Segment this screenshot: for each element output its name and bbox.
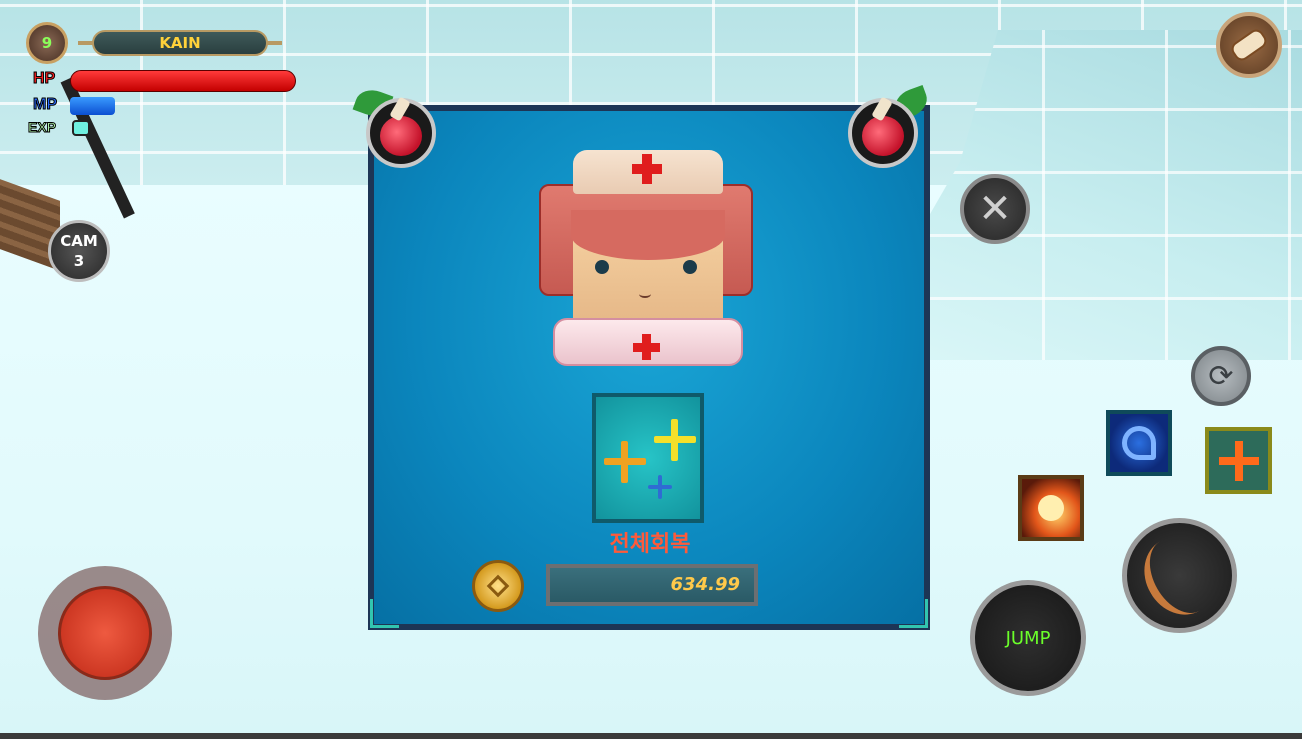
- bottom-border: [0, 733, 1302, 739]
- nurse-mouth: [639, 290, 651, 298]
- camera-number: 3: [73, 252, 85, 270]
- potion-flask: [862, 116, 904, 156]
- mp-bar: [70, 97, 296, 115]
- nurse-eye: [683, 260, 697, 274]
- price-value: 634.99: [670, 574, 740, 595]
- plus-icon: [648, 475, 672, 499]
- item-name: 전체회복: [609, 532, 691, 557]
- camera-button[interactable]: CAM 3: [48, 220, 110, 282]
- red-potion-icon: [840, 84, 932, 174]
- nurse-character: [535, 150, 760, 366]
- hp-label: HP: [32, 70, 56, 88]
- bow-icon: [1130, 523, 1229, 628]
- exp-bar-fill: [72, 120, 91, 136]
- jump-label: JUMP: [1005, 627, 1051, 649]
- attack-button[interactable]: [1122, 518, 1237, 633]
- nurse-bangs: [571, 210, 725, 260]
- jump-button[interactable]: JUMP: [970, 580, 1086, 696]
- red-cross-icon: [633, 343, 660, 352]
- heal-plus-skill-icon: [1218, 440, 1259, 481]
- hp-bar-fill: [70, 70, 296, 92]
- scroll-icon: [1228, 26, 1270, 64]
- camera-label: CAM: [60, 232, 98, 250]
- joystick-knob[interactable]: [58, 586, 152, 680]
- refresh-icon: ⟳: [1208, 358, 1234, 394]
- mp-bar-fill: [70, 97, 116, 115]
- plus-icon: [604, 441, 646, 483]
- exp-bar: [72, 120, 298, 136]
- swap-button[interactable]: ⟳: [1191, 346, 1251, 406]
- nurse-eye: [595, 260, 609, 274]
- red-potion-icon: [352, 84, 442, 174]
- plus-icon: [654, 419, 696, 461]
- item-slot[interactable]: [592, 393, 704, 523]
- menu-button[interactable]: [1216, 12, 1282, 78]
- price-display: 634.99: [546, 564, 758, 606]
- red-cross-icon: [632, 164, 662, 174]
- level-number: 9: [41, 34, 53, 52]
- close-icon: ✕: [978, 186, 1012, 232]
- panel-corner-ornament: [370, 599, 399, 628]
- mp-label: MP: [33, 96, 58, 114]
- player-name: KAIN: [159, 34, 201, 52]
- close-button[interactable]: ✕: [960, 174, 1030, 244]
- player-name-plate: KAIN: [78, 30, 282, 56]
- panel-corner-ornament: [899, 599, 928, 628]
- dragon-skill-icon: [1122, 426, 1156, 460]
- dragon-skill-button[interactable]: [1106, 410, 1172, 476]
- potion-flask: [380, 116, 422, 156]
- exp-label: EXP: [27, 119, 57, 136]
- fireball-skill-button[interactable]: [1018, 475, 1084, 541]
- hp-bar: [70, 70, 296, 92]
- heal-skill-button[interactable]: [1205, 427, 1272, 494]
- fireball-skill-icon: [1038, 495, 1064, 521]
- level-badge: 9: [26, 22, 68, 64]
- gold-coin-icon: [472, 560, 524, 612]
- movement-joystick[interactable]: [38, 566, 172, 700]
